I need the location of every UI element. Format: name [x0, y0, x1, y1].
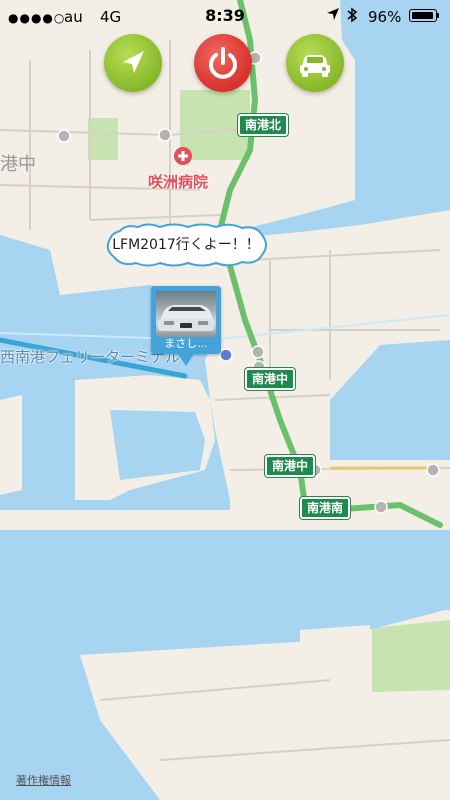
map-view[interactable] — [0, 0, 450, 800]
park-area — [88, 118, 118, 160]
battery-level — [411, 11, 433, 19]
area-label: 港中 — [0, 154, 36, 175]
status-bar: ●●●●○ au 4G 8:39 96% — [0, 0, 450, 34]
ferry-terminal-icon[interactable] — [219, 348, 233, 362]
location-arrow-icon — [326, 7, 340, 25]
water-basin — [110, 410, 205, 480]
car-icon — [300, 55, 330, 77]
car-name-label: まさし... — [164, 337, 208, 350]
car-button[interactable] — [286, 34, 344, 92]
power-button[interactable] — [194, 34, 252, 92]
bluetooth-icon — [346, 7, 358, 27]
road-label-nankou-naka[interactable]: 南港中 — [245, 368, 296, 390]
power-icon — [209, 47, 237, 79]
copyright-link[interactable]: 著作権情報 — [16, 772, 71, 788]
car-pin[interactable]: まさし... — [151, 286, 221, 354]
land-west-strip — [0, 395, 22, 495]
navigation-arrow-icon — [123, 51, 144, 73]
speech-bubble[interactable]: LFM2017行くよー！！ — [104, 223, 268, 267]
road-label-nankou-naka-2[interactable]: 南港中 — [265, 455, 316, 477]
pin-pointer — [178, 354, 194, 366]
land-south-block — [300, 625, 372, 665]
road-label-nankou-kita[interactable]: 南港北 — [238, 114, 289, 136]
hospital-label[interactable]: 咲洲病院 — [148, 171, 208, 192]
park-area — [372, 620, 450, 692]
navigate-button[interactable] — [104, 34, 162, 92]
car-photo — [156, 291, 216, 337]
road-label-nankou-minami[interactable]: 南港南 — [300, 497, 351, 519]
battery-percent: 96% — [368, 8, 402, 26]
battery-cap — [437, 13, 439, 18]
car-image — [158, 305, 214, 331]
battery-icon — [409, 9, 437, 22]
bubble-message: LFM2017行くよー！！ — [112, 237, 260, 253]
